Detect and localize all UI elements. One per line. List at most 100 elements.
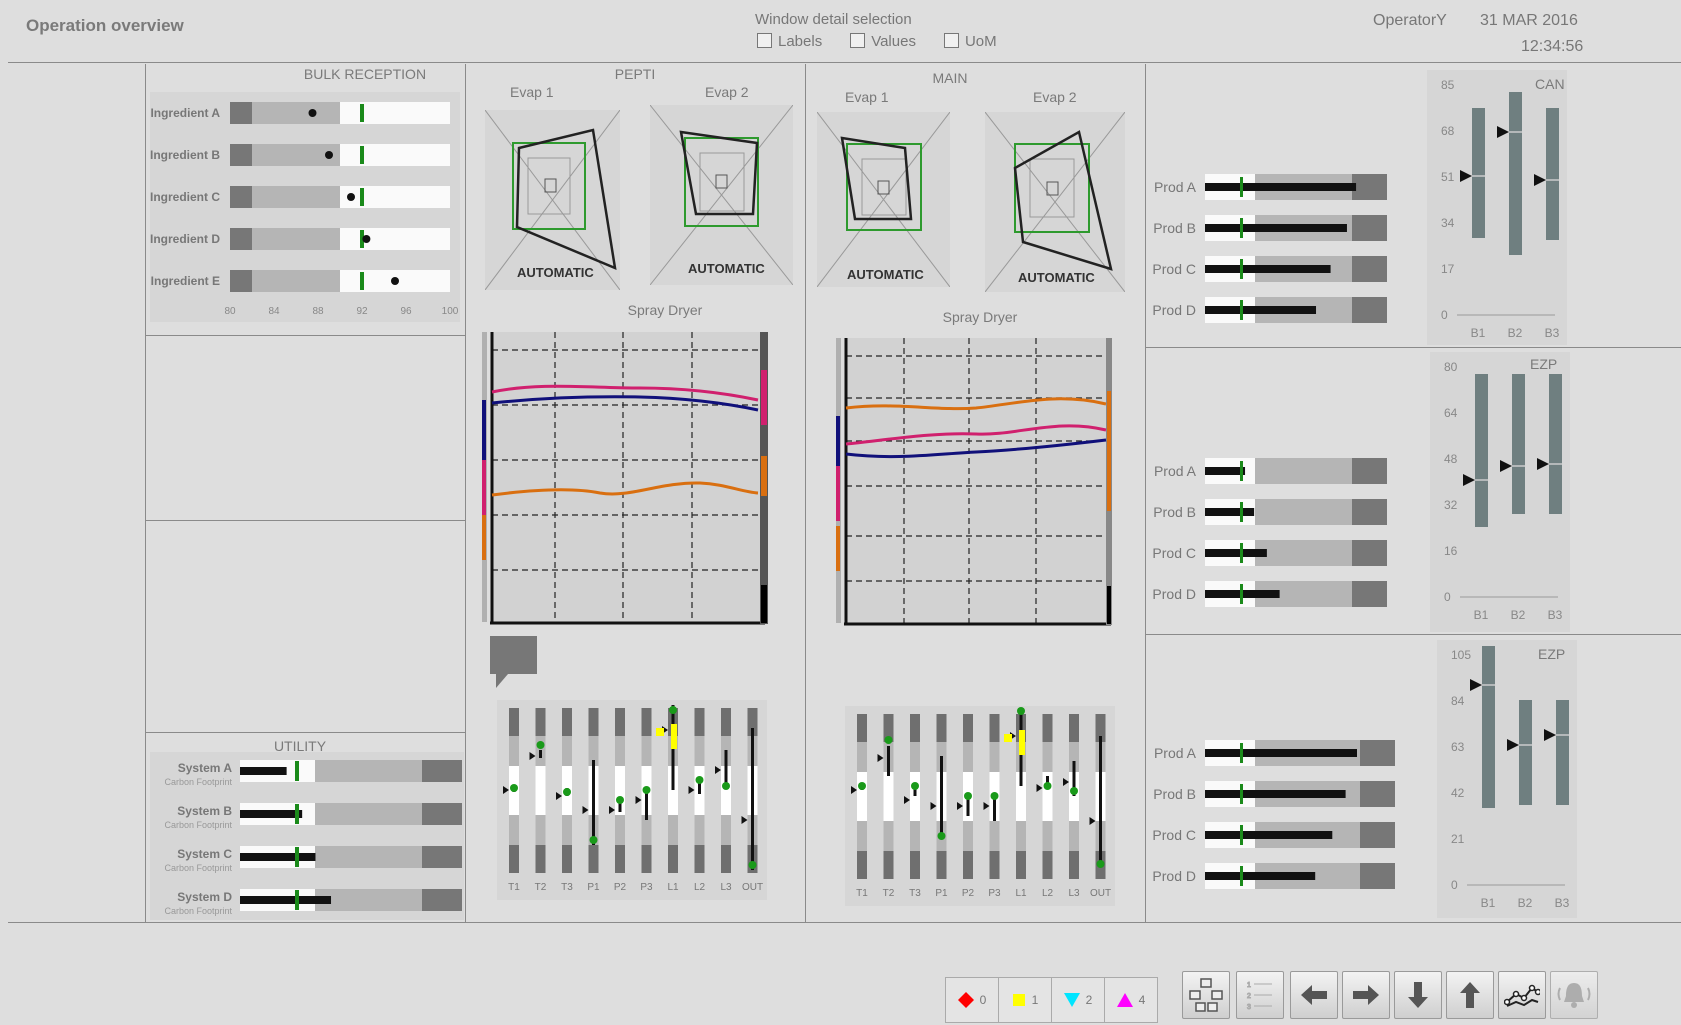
uom-checkbox-box[interactable] [943,33,959,48]
utility-panel[interactable]: System A Carbon Footprint System B Carbon F… [150,752,464,920]
target-marker [1240,543,1243,563]
target-marker [1240,461,1243,481]
pepti-temperature-gauges[interactable]: T1 T2 T3 P1 P2 P3 L1 L2 L3 OUT [497,700,767,900]
ezp1-bin-panel[interactable]: 80 64 48 32 16 0 B1 B2 B3 EZP [1430,352,1570,632]
gauge-label: P3 [640,882,653,893]
gauge-warn-zone [562,815,572,845]
gauge-label: T3 [561,882,573,893]
bulk-reception-panel[interactable]: Ingredient A Ingredient B Ingredient C Ingr… [150,92,460,322]
gauge-low-zone [641,845,652,873]
ezp2-prod-panel[interactable]: Prod A Prod B Prod C Prod D [1150,640,1435,918]
prod-bars: Prod A Prod B Prod C Prod D [1152,458,1387,607]
alarm-counter-medium[interactable]: 2 [1051,977,1105,1023]
gauge-high-zone [615,708,625,736]
uom-checkbox[interactable]: UoM [943,33,997,50]
divider [465,64,466,922]
system-sublabel: Carbon Footprint [164,863,232,873]
gauge-pointer [957,802,963,810]
ezp2-bin-panel[interactable]: 105 84 63 42 21 0 B1 B2 B3 EZP [1437,640,1577,918]
alarm-counter-critical[interactable]: 0 [945,977,999,1023]
alarm-counter-high[interactable]: 1 [998,977,1052,1023]
up-button[interactable] [1446,971,1494,1019]
can-prod-panel[interactable]: Prod A Prod B Prod C Prod D [1150,70,1425,340]
bar-high-range [422,846,462,868]
gauge-label: OUT [1090,888,1111,899]
gauge-value [1096,860,1105,868]
pepti-evap1-mode: AUTOMATIC [517,265,594,280]
gauge-pointer [503,786,509,794]
labels-checkbox[interactable]: Labels [757,33,822,50]
value-bar [1205,872,1316,880]
main-title: MAIN [932,70,968,86]
main-evap1-radar[interactable]: AUTOMATIC [816,111,951,288]
divider [145,732,465,733]
square-icon [1012,994,1025,1006]
gauge-pointer [688,786,695,794]
bin-level-pointer [1497,126,1509,138]
gauge-high-zone [721,708,731,736]
gauge-label: P3 [988,888,1001,899]
pepti-evap2-radar[interactable]: AUTOMATIC [649,104,794,286]
bin-axis-label: 34 [1441,216,1455,230]
trend-button[interactable] [1498,971,1546,1019]
value-bar [240,853,316,861]
gauge-label: T1 [856,888,868,899]
gauge-value [669,706,677,714]
footer-divider [8,922,1681,923]
comment-icon[interactable] [490,636,540,696]
labels-checkbox-box[interactable] [757,33,772,48]
pepti-spray-dryer-trend[interactable] [480,330,775,628]
main-evap1-mode: AUTOMATIC [847,267,924,282]
alarm-bell-button[interactable] [1550,971,1598,1019]
gauge-pointer [904,796,910,804]
main-evap2-radar[interactable]: AUTOMATIC [984,111,1126,293]
gauge-low-zone [989,851,1000,879]
ezp1-prod-panel[interactable]: Prod A Prod B Prod C Prod D [1150,352,1425,632]
bin-level-chart: 80 64 48 32 16 0 B1 B2 B3 [1444,360,1563,622]
pepti-evap1-radar[interactable]: AUTOMATIC [484,109,621,291]
gauge-low-zone [509,845,519,873]
main-temperature-gauges[interactable]: T1 T2 T3 P1 P2 P3 L1 L2 L3 OUT [845,706,1115,906]
alarm-highlight [671,724,677,749]
gauge-warn-zone [641,736,652,766]
prod-label: Prod B [1153,220,1196,236]
bin-axis-label: 64 [1444,406,1458,420]
gauge-warn-zone [694,736,705,766]
gauge-warn-zone [989,821,1000,851]
forward-button[interactable] [1342,971,1390,1019]
value-marker [347,193,355,201]
can-bin-panel[interactable]: 85 68 51 34 17 0 B1 B2 B3 CAN [1427,70,1567,345]
svg-text:2: 2 [1247,993,1251,1000]
gauge-warn-zone [509,815,519,845]
bin-bar [1556,700,1569,805]
gauge-pointer [1036,784,1043,792]
system-label: System B [177,804,232,818]
gauge-warn-zone [1016,821,1026,851]
bin-axis-label: 0 [1441,308,1448,322]
bar-low-range [230,270,252,292]
time-display: 12:34:56 [1521,38,1584,55]
down-button[interactable] [1394,971,1442,1019]
bin-level-pointer [1507,739,1519,751]
target-marker [1240,784,1243,804]
hierarchy-button[interactable] [1182,971,1230,1019]
gauge-low-zone [1069,851,1079,879]
gauge-label: T2 [535,882,547,893]
radar-chart [984,111,1126,293]
gauge-pointer [851,786,857,794]
bar-high-range [1352,540,1387,566]
pepti-evap1-label: Evap 1 [510,84,554,100]
prod-label: Prod A [1154,179,1197,195]
back-button[interactable] [1290,971,1338,1019]
list-button[interactable]: 1 2 3 [1236,971,1284,1019]
gauge-value [536,741,545,749]
alarm-counter-low[interactable]: 4 [1104,977,1158,1023]
radar-chart [484,109,621,291]
gauge-warn-zone [1069,821,1079,851]
bin-axis-label: 80 [1444,360,1458,374]
main-spray-dryer-trend[interactable] [836,336,1116,630]
values-checkbox-box[interactable] [850,33,866,48]
bin-bar [1482,646,1495,808]
values-checkbox[interactable]: Values [850,33,916,50]
alarm-bell-icon [1557,983,1591,1008]
